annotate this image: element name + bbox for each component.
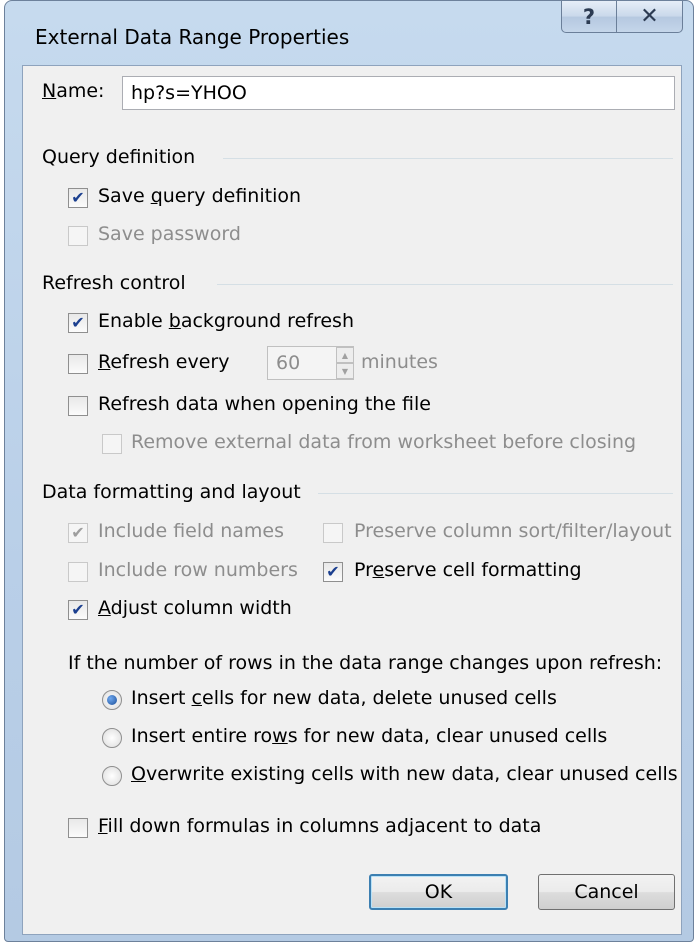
name-label: Name:	[42, 80, 105, 102]
insert-cells-radio[interactable]	[102, 690, 122, 710]
help-icon: ?	[582, 4, 596, 29]
help-button[interactable]: ?	[561, 1, 617, 33]
include-field-names-checkbox[interactable]: ✔	[68, 523, 88, 543]
insert-cells-label: Insert cells for new data, delete unused…	[131, 687, 557, 709]
check-icon: ✔	[71, 313, 85, 332]
data-formatting-group-title: Data formatting and layout	[42, 481, 301, 503]
save-password-label: Save password	[98, 223, 241, 245]
dialog-title: External Data Range Properties	[35, 25, 350, 49]
include-row-numbers-label: Include row numbers	[98, 559, 298, 581]
spin-up-button[interactable]: ▲	[336, 347, 354, 363]
adjust-column-width-checkbox[interactable]: ✔	[68, 600, 88, 620]
remove-external-data-label: Remove external data from worksheet befo…	[131, 431, 637, 453]
remove-external-data-checkbox[interactable]	[102, 434, 122, 454]
save-password-checkbox[interactable]	[68, 226, 88, 246]
refresh-on-open-label: Refresh data when opening the file	[98, 393, 431, 415]
background-refresh-checkbox[interactable]: ✔	[68, 313, 88, 333]
check-icon: ✔	[71, 600, 85, 619]
query-definition-divider	[223, 158, 673, 159]
refresh-every-checkbox[interactable]	[68, 354, 88, 374]
background-refresh-label: Enable background refresh	[98, 310, 354, 332]
preserve-sort-label: Preserve column sort/filter/layout	[354, 520, 672, 542]
overwrite-cells-label: Overwrite existing cells with new data, …	[131, 763, 678, 785]
ok-button[interactable]: OK	[369, 874, 508, 910]
insert-rows-label: Insert entire rows for new data, clear u…	[131, 725, 608, 747]
insert-rows-radio[interactable]	[102, 728, 122, 748]
spin-down-icon: ▼	[341, 366, 349, 376]
refresh-control-divider	[217, 284, 673, 285]
query-definition-group-title: Query definition	[42, 146, 196, 168]
preserve-cell-formatting-label: Preserve cell formatting	[354, 559, 582, 581]
close-button[interactable]: ✕	[616, 1, 683, 33]
spin-up-icon: ▲	[341, 350, 349, 360]
adjust-column-width-label: Adjust column width	[98, 597, 292, 619]
refresh-control-group-title: Refresh control	[42, 272, 186, 294]
refresh-every-label: Refresh every	[98, 351, 230, 373]
dialog-body: Name: hp?s=YHOO Query definition ✔ Save …	[22, 65, 682, 935]
preserve-cell-formatting-checkbox[interactable]: ✔	[323, 562, 343, 582]
dialog-window: External Data Range Properties ? ✕ Name:…	[4, 0, 694, 942]
minutes-label: minutes	[361, 351, 438, 373]
fill-down-checkbox[interactable]	[68, 818, 88, 838]
refresh-on-open-checkbox[interactable]	[68, 396, 88, 416]
check-icon: ✔	[326, 562, 340, 581]
cancel-button[interactable]: Cancel	[538, 874, 675, 910]
save-query-definition-checkbox[interactable]: ✔	[68, 188, 88, 208]
close-icon: ✕	[640, 4, 659, 29]
radio-selected-dot	[107, 695, 117, 705]
name-input[interactable]: hp?s=YHOO	[122, 76, 675, 110]
overwrite-cells-radio[interactable]	[102, 766, 122, 786]
include-row-numbers-checkbox[interactable]	[68, 562, 88, 582]
check-icon: ✔	[71, 188, 85, 207]
preserve-sort-checkbox[interactable]	[323, 523, 343, 543]
data-formatting-divider	[318, 493, 673, 494]
rows-change-prompt: If the number of rows in the data range …	[68, 652, 663, 674]
check-icon: ✔	[71, 523, 85, 542]
save-query-definition-label: Save query definition	[98, 185, 302, 207]
fill-down-label: Fill down formulas in columns adjacent t…	[98, 815, 542, 837]
spin-down-button[interactable]: ▼	[336, 363, 354, 379]
include-field-names-label: Include field names	[98, 520, 285, 542]
